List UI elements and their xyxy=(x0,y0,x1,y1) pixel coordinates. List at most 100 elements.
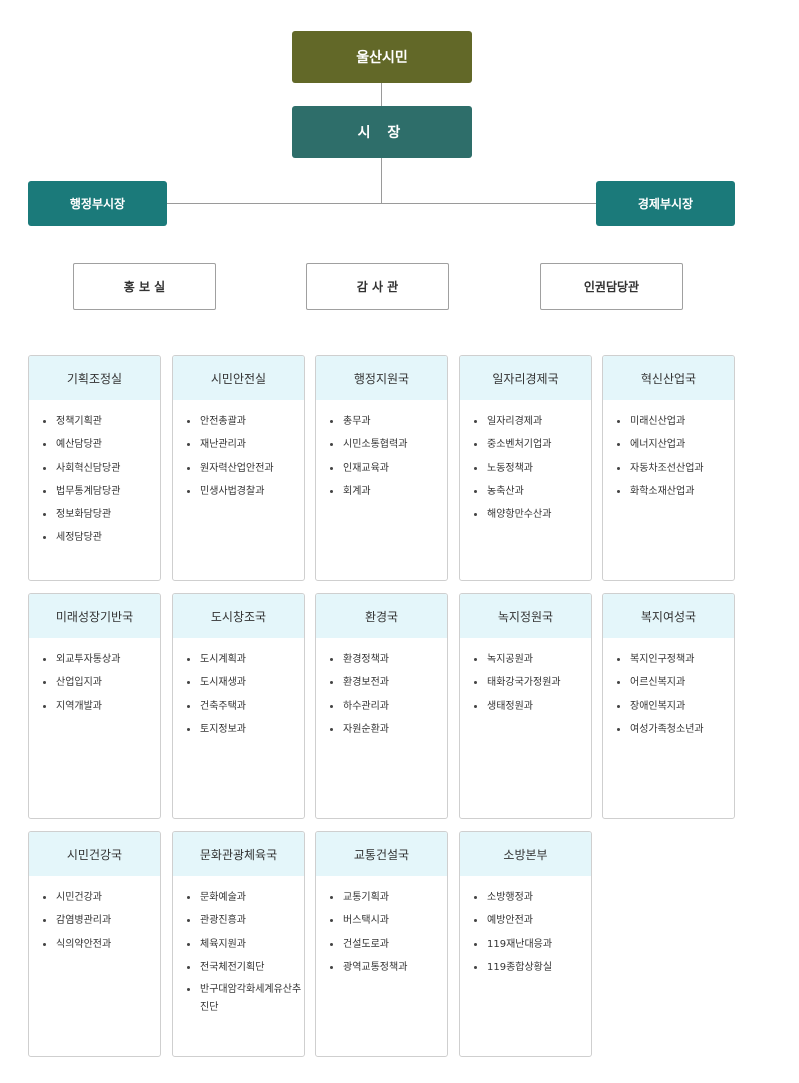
department-card: 기획조정실 정책기획관 예산담당관 사회혁신담당관 법무통계담당관 정보화담당관 세정담당관 xyxy=(28,355,161,581)
division-item: 문화예술과 xyxy=(187,886,304,909)
department-division-list: 일자리경제과 중소벤처기업과 노동정책과 농축산과 해양항만수산과 xyxy=(460,400,591,526)
department-division-list: 도시계획과 도시재생과 건축주택과 토지정보과 xyxy=(173,638,304,741)
department-division-list: 안전총괄과 재난관리과 원자력산업안전과 민생사법경찰과 xyxy=(173,400,304,503)
division-item: 미래신산업과 xyxy=(617,410,734,433)
department-card: 복지여성국 복지인구정책과 어르신복지과 장애인복지과 여성가족청소년과 xyxy=(602,593,735,819)
department-card: 시민건강국 시민건강과 감염병관리과 식의약안전과 xyxy=(28,831,161,1057)
department-title: 행정지원국 xyxy=(316,356,447,400)
division-item: 장애인복지과 xyxy=(617,695,734,718)
division-item: 복지인구정책과 xyxy=(617,648,734,671)
department-title: 시민안전실 xyxy=(173,356,304,400)
staff-office-human-rights: 인권담당관 xyxy=(540,263,683,310)
division-item: 관광진흥과 xyxy=(187,909,304,932)
division-item: 자동차조선산업과 xyxy=(617,457,734,480)
division-item: 시민건강과 xyxy=(43,886,160,909)
division-item: 일자리경제과 xyxy=(474,410,591,433)
department-card: 녹지정원국 녹지공원과 태화강국가정원과 생태정원과 xyxy=(459,593,592,819)
department-division-list: 시민건강과 감염병관리과 식의약안전과 xyxy=(29,876,160,956)
department-card: 문화관광체육국 문화예술과 관광진흥과 체육지원과 전국체전기획단 반구대암각화세계유산추… xyxy=(172,831,305,1057)
division-item: 119재난대응과 xyxy=(474,933,591,956)
division-item: 광역교통정책과 xyxy=(330,956,447,979)
staff-office-pr: 홍 보 실 xyxy=(73,263,216,310)
department-division-list: 녹지공원과 태화강국가정원과 생태정원과 xyxy=(460,638,591,718)
division-item: 사회혁신담당관 xyxy=(43,457,160,480)
division-item: 교통기획과 xyxy=(330,886,447,909)
division-item: 원자력산업안전과 xyxy=(187,457,304,480)
department-title: 교통건설국 xyxy=(316,832,447,876)
division-item: 세정담당관 xyxy=(43,526,160,549)
division-item: 태화강국가정원과 xyxy=(474,671,591,694)
division-item: 감염병관리과 xyxy=(43,909,160,932)
department-card: 소방본부 소방행정과 예방안전과 119재난대응과 119종합상황실 xyxy=(459,831,592,1057)
division-item: 119종합상황실 xyxy=(474,956,591,979)
department-division-list: 문화예술과 관광진흥과 체육지원과 전국체전기획단 반구대암각화세계유산추진단 xyxy=(173,876,304,1017)
department-card: 도시창조국 도시계획과 도시재생과 건축주택과 토지정보과 xyxy=(172,593,305,819)
department-title: 시민건강국 xyxy=(29,832,160,876)
department-division-list: 미래신산업과 에너지산업과 자동차조선산업과 화학소재산업과 xyxy=(603,400,734,503)
department-title: 환경국 xyxy=(316,594,447,638)
division-item: 생태정원과 xyxy=(474,695,591,718)
division-item: 자원순환과 xyxy=(330,718,447,741)
department-division-list: 소방행정과 예방안전과 119재난대응과 119종합상황실 xyxy=(460,876,591,979)
division-item: 법무통계담당관 xyxy=(43,480,160,503)
division-item: 민생사법경찰과 xyxy=(187,480,304,503)
department-title: 일자리경제국 xyxy=(460,356,591,400)
department-title: 도시창조국 xyxy=(173,594,304,638)
division-item: 환경정책과 xyxy=(330,648,447,671)
department-title: 미래성장기반국 xyxy=(29,594,160,638)
division-item: 식의약안전과 xyxy=(43,933,160,956)
department-division-list: 환경정책과 환경보전과 하수관리과 자원순환과 xyxy=(316,638,447,741)
division-item: 녹지공원과 xyxy=(474,648,591,671)
connector-mayor-down xyxy=(381,158,382,203)
department-division-list: 총무과 시민소통협력과 인재교육과 회계과 xyxy=(316,400,447,503)
department-title: 녹지정원국 xyxy=(460,594,591,638)
division-item: 지역개발과 xyxy=(43,695,160,718)
division-item: 건설도로과 xyxy=(330,933,447,956)
department-card: 혁신산업국 미래신산업과 에너지산업과 자동차조선산업과 화학소재산업과 xyxy=(602,355,735,581)
division-item: 인재교육과 xyxy=(330,457,447,480)
division-item: 화학소재산업과 xyxy=(617,480,734,503)
department-division-list: 복지인구정책과 어르신복지과 장애인복지과 여성가족청소년과 xyxy=(603,638,734,741)
citizens-node: 울산시민 xyxy=(292,31,472,83)
department-division-list: 외교투자통상과 산업입지과 지역개발과 xyxy=(29,638,160,718)
department-card: 교통건설국 교통기획과 버스택시과 건설도로과 광역교통정책과 xyxy=(315,831,448,1057)
division-item: 환경보전과 xyxy=(330,671,447,694)
department-division-list: 정책기획관 예산담당관 사회혁신담당관 법무통계담당관 정보화담당관 세정담당관 xyxy=(29,400,160,550)
division-item: 해양항만수산과 xyxy=(474,503,591,526)
division-item: 재난관리과 xyxy=(187,433,304,456)
mayor-node: 시 장 xyxy=(292,106,472,158)
department-title: 기획조정실 xyxy=(29,356,160,400)
division-item: 예방안전과 xyxy=(474,909,591,932)
division-item: 건축주택과 xyxy=(187,695,304,718)
department-title: 소방본부 xyxy=(460,832,591,876)
division-item: 예산담당관 xyxy=(43,433,160,456)
vice-mayor-economy-node: 경제부시장 xyxy=(596,181,735,226)
division-item: 도시재생과 xyxy=(187,671,304,694)
department-card: 시민안전실 안전총괄과 재난관리과 원자력산업안전과 민생사법경찰과 xyxy=(172,355,305,581)
division-item: 산업입지과 xyxy=(43,671,160,694)
division-item: 도시계획과 xyxy=(187,648,304,671)
division-item: 토지정보과 xyxy=(187,718,304,741)
division-item: 여성가족청소년과 xyxy=(617,718,734,741)
division-item: 체육지원과 xyxy=(187,933,304,956)
division-item: 농축산과 xyxy=(474,480,591,503)
division-item: 반구대암각화세계유산추진단 xyxy=(187,979,304,1017)
connector-deputies xyxy=(167,203,596,204)
division-item: 안전총괄과 xyxy=(187,410,304,433)
division-item: 소방행정과 xyxy=(474,886,591,909)
division-item: 버스택시과 xyxy=(330,909,447,932)
division-item: 에너지산업과 xyxy=(617,433,734,456)
staff-office-audit: 감 사 관 xyxy=(306,263,449,310)
department-title: 문화관광체육국 xyxy=(173,832,304,876)
division-item: 정보화담당관 xyxy=(43,503,160,526)
vice-mayor-admin-node: 행정부시장 xyxy=(28,181,167,226)
department-title: 복지여성국 xyxy=(603,594,734,638)
division-item: 어르신복지과 xyxy=(617,671,734,694)
division-item: 정책기획관 xyxy=(43,410,160,433)
department-division-list: 교통기획과 버스택시과 건설도로과 광역교통정책과 xyxy=(316,876,447,979)
division-item: 노동정책과 xyxy=(474,457,591,480)
department-card: 일자리경제국 일자리경제과 중소벤처기업과 노동정책과 농축산과 해양항만수산과 xyxy=(459,355,592,581)
division-item: 회계과 xyxy=(330,480,447,503)
division-item: 총무과 xyxy=(330,410,447,433)
division-item: 전국체전기획단 xyxy=(187,956,304,979)
